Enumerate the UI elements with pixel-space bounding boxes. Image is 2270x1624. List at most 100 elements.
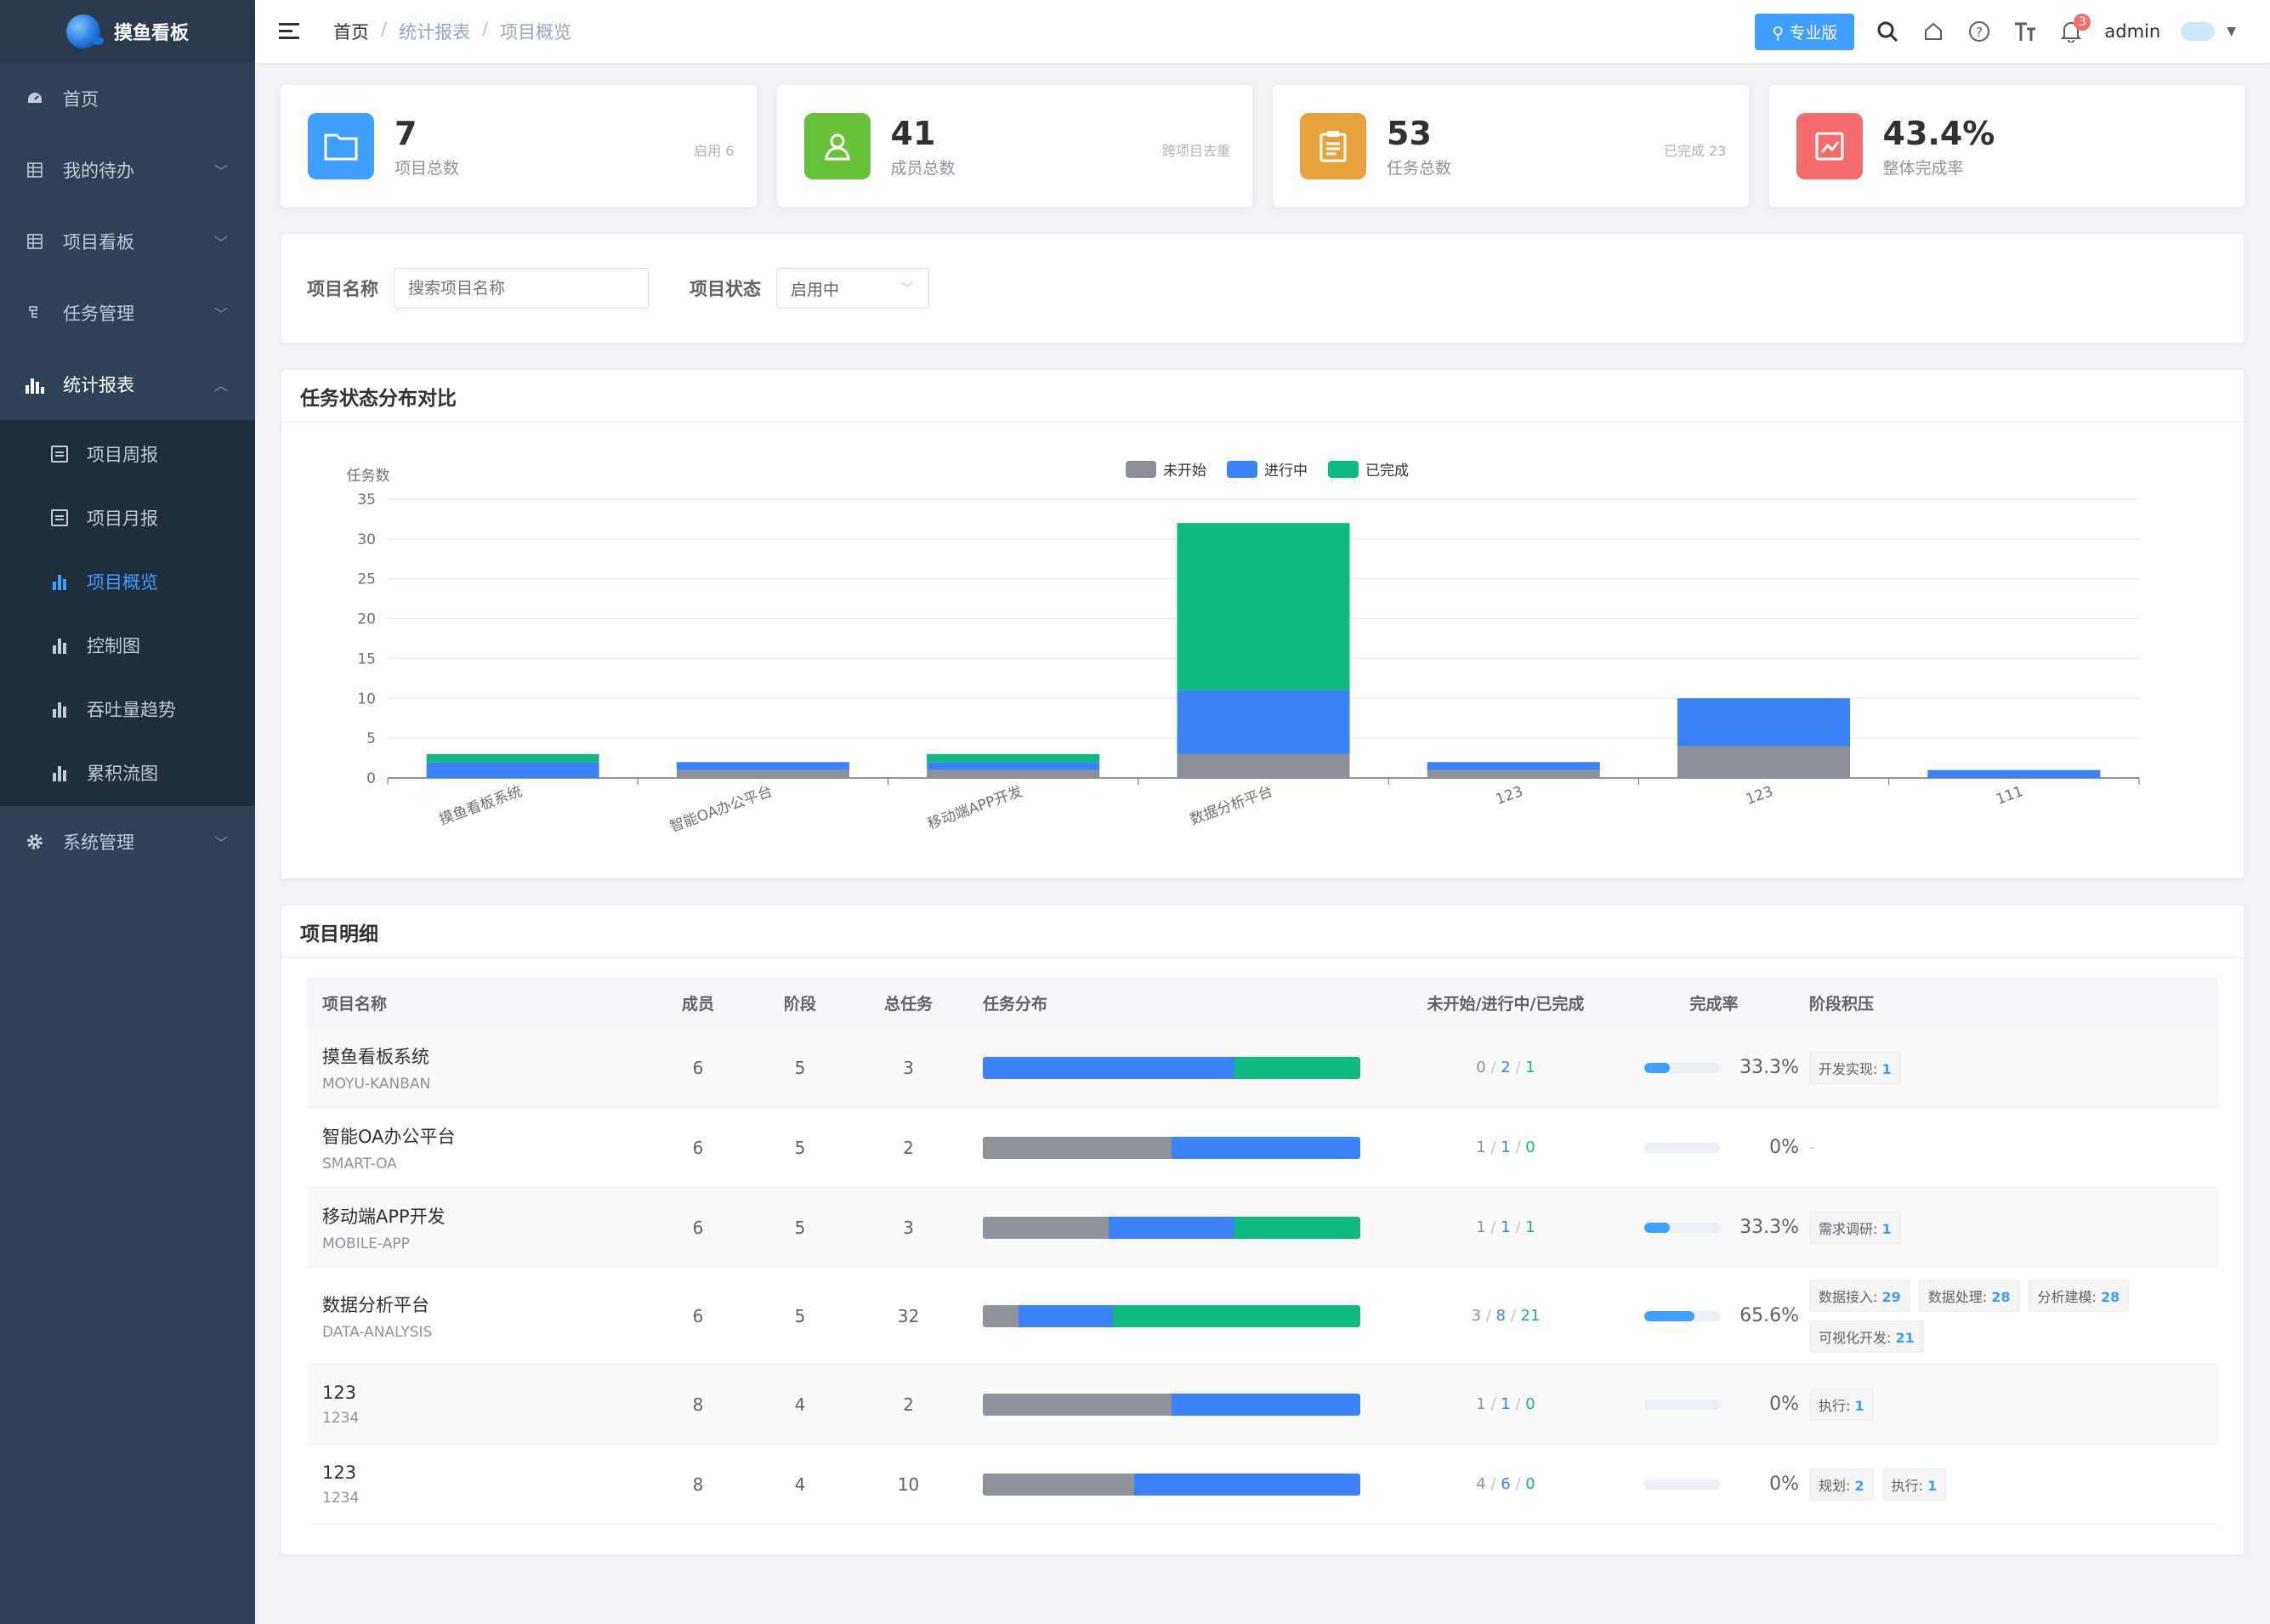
search-icon[interactable] xyxy=(1875,19,1900,44)
pro-edition-button[interactable]: ⚲ 专业版 xyxy=(1755,13,1855,50)
project-code: DATA-ANALYSIS xyxy=(322,1323,433,1341)
y-axis-label: 任务数 xyxy=(347,468,390,485)
col-header-members[interactable]: 成员 xyxy=(647,991,749,1014)
sidebar-item-system[interactable]: 系统管理 ﹀ xyxy=(0,806,255,877)
pro-edition-label: 专业版 xyxy=(1789,23,1838,43)
bar-segment xyxy=(1927,769,2101,778)
stat-label: 成员总数 xyxy=(890,158,956,178)
cell-members: 8 xyxy=(692,1394,704,1415)
notification-bell-icon[interactable]: 3 xyxy=(2058,14,2091,44)
col-header-total[interactable]: 总任务 xyxy=(851,991,966,1014)
cell-project-name[interactable]: 摸鱼看板系统 MOYU-KANBAN xyxy=(307,1043,647,1093)
stat-card-members: 41 成员总数 跨项目去重 xyxy=(776,85,1252,207)
sidebar-item-home[interactable]: 首页 xyxy=(0,63,255,134)
sidebar-item-overview[interactable]: 项目概览 xyxy=(0,549,255,613)
y-tick-label: 30 xyxy=(357,531,376,548)
sidebar-item-cfd[interactable]: 累积流图 xyxy=(0,741,255,804)
backlog-count: 29 xyxy=(1881,1288,1901,1305)
count-not-started: 0 xyxy=(1476,1059,1486,1076)
table-row[interactable]: 123 1234 8 4 10 4 / 6 / 0 0% 规划: 2 执行: 1 xyxy=(307,1445,2218,1525)
user-icon xyxy=(803,113,871,179)
home-icon[interactable] xyxy=(1921,19,1946,44)
chevron-down-icon: ﹀ xyxy=(213,306,228,322)
completion-progress-bar xyxy=(1644,1222,1721,1233)
cell-total-tasks: 3 xyxy=(903,1217,914,1238)
sidebar-item-throughput[interactable]: 吞吐量趋势 xyxy=(0,677,255,741)
breadcrumb-home[interactable]: 首页 xyxy=(333,19,369,44)
cell-stage-backlog: 执行: 1 xyxy=(1799,1388,2218,1421)
sidebar-item-label: 吞吐量趋势 xyxy=(87,699,176,720)
col-header-distribution[interactable]: 任务分布 xyxy=(966,991,1382,1014)
menu-toggle-icon[interactable] xyxy=(279,22,303,41)
cell-project-name[interactable]: 智能OA办公平台 SMART-OA xyxy=(307,1123,647,1173)
username[interactable]: admin xyxy=(2104,21,2160,42)
table-row[interactable]: 123 1234 8 4 2 1 / 1 / 0 0% 执行: 1 xyxy=(307,1365,2218,1445)
project-detail-card: 项目明细 项目名称 成员 阶段 总任务 任务分布 未开始/进行中/已完成 完成率… xyxy=(281,905,2244,1555)
navbar: 首页 / 统计报表 / 项目概览 ⚲ 专业版 ? 3 admin ▼ xyxy=(255,0,2270,63)
cell-project-name[interactable]: 数据分析平台 DATA-ANALYSIS xyxy=(307,1292,647,1341)
sidebar-item-control-chart[interactable]: 控制图 xyxy=(0,613,255,677)
table-row[interactable]: 摸鱼看板系统 MOYU-KANBAN 6 5 3 0 / 2 / 1 33.3% 开发实现: … xyxy=(307,1028,2218,1108)
cell-stage-backlog: - xyxy=(1799,1139,2218,1156)
col-header-stages[interactable]: 阶段 xyxy=(749,991,851,1014)
table-row[interactable]: 智能OA办公平台 SMART-OA 6 5 2 1 / 1 / 0 0% - xyxy=(307,1108,2218,1188)
project-status-label: 项目状态 xyxy=(690,279,761,299)
sidebar-item-label: 项目看板 xyxy=(63,232,134,253)
project-name-search-input[interactable] xyxy=(394,268,649,309)
count-separator: / xyxy=(1485,1059,1501,1076)
x-tick-label: 111 xyxy=(1994,783,2025,809)
bar-segment xyxy=(1177,753,1350,778)
sidebar-item-todo[interactable]: 我的待办 ﹀ xyxy=(0,134,255,206)
project-status-select[interactable]: 启用中 ﹀ xyxy=(776,268,929,309)
backlog-stage-label: 数据处理: xyxy=(1927,1288,1992,1305)
y-tick-label: 5 xyxy=(366,730,376,747)
avatar[interactable] xyxy=(2181,22,2216,41)
bar-segment xyxy=(1677,746,1851,778)
cell-stages: 4 xyxy=(794,1394,806,1415)
project-name[interactable]: 数据分析平台 xyxy=(322,1292,647,1317)
breadcrumb-reports[interactable]: 统计报表 xyxy=(399,19,470,44)
backlog-tag: 需求调研: 1 xyxy=(1809,1211,1901,1244)
logo[interactable]: 摸鱼看板 xyxy=(0,0,255,63)
caret-down-icon[interactable]: ▼ xyxy=(2227,25,2236,38)
completion-progress-bar xyxy=(1644,1062,1721,1073)
backlog-tag: 执行: 1 xyxy=(1809,1388,1874,1421)
count-separator: / xyxy=(1485,1218,1501,1236)
project-name[interactable]: 123 xyxy=(322,1383,647,1403)
backlog-count: 28 xyxy=(2100,1288,2120,1305)
backlog-stage-label: 开发实现: xyxy=(1819,1060,1882,1077)
project-code: SMART-OA xyxy=(322,1155,397,1173)
completion-progress-bar xyxy=(1644,1142,1721,1153)
table-card-title: 项目明细 xyxy=(281,906,2244,958)
font-size-icon[interactable] xyxy=(2012,19,2038,44)
col-header-counts[interactable]: 未开始/进行中/已完成 xyxy=(1382,991,1629,1014)
sidebar-item-weekly-report[interactable]: 项目周报 xyxy=(0,422,255,485)
help-icon[interactable]: ? xyxy=(1966,19,1992,44)
project-name[interactable]: 智能OA办公平台 xyxy=(322,1123,647,1149)
cell-project-name[interactable]: 123 1234 xyxy=(307,1462,647,1507)
project-name[interactable]: 123 xyxy=(322,1462,647,1483)
sidebar-item-board[interactable]: 项目看板 ﹀ xyxy=(0,206,255,277)
sidebar-item-reports[interactable]: 统计报表 ︿ xyxy=(0,349,255,420)
stat-value: 43.4% xyxy=(1882,114,1995,152)
sidebar-item-tasks[interactable]: 任务管理 ﹀ xyxy=(0,277,255,349)
cell-project-name[interactable]: 移动端APP开发 MOBILE-APP xyxy=(307,1203,647,1252)
project-name[interactable]: 摸鱼看板系统 xyxy=(322,1043,647,1069)
col-header-name[interactable]: 项目名称 xyxy=(307,991,647,1014)
col-header-rate[interactable]: 完成率 xyxy=(1629,991,1799,1014)
col-header-backlog[interactable]: 阶段积压 xyxy=(1799,991,2218,1014)
sidebar-item-monthly-report[interactable]: 项目月报 xyxy=(0,485,255,549)
project-name[interactable]: 移动端APP开发 xyxy=(322,1203,647,1229)
stat-label: 项目总数 xyxy=(394,158,460,178)
cell-status-counts: 3 / 8 / 21 xyxy=(1382,1307,1629,1325)
count-separator: / xyxy=(1485,1139,1501,1156)
cell-total-tasks: 2 xyxy=(903,1394,914,1415)
chevron-down-icon: ﹀ xyxy=(213,235,228,251)
cell-stages: 5 xyxy=(794,1137,806,1158)
chevron-down-icon: ﹀ xyxy=(901,282,913,296)
cell-project-name[interactable]: 123 1234 xyxy=(307,1383,647,1427)
count-separator: / xyxy=(1506,1307,1521,1325)
document-icon xyxy=(51,445,68,463)
table-row[interactable]: 数据分析平台 DATA-ANALYSIS 6 5 32 3 / 8 / 21 65.6% 数据… xyxy=(307,1268,2218,1365)
table-row[interactable]: 移动端APP开发 MOBILE-APP 6 5 3 1 / 1 / 1 33.3% 需求调研:… xyxy=(307,1188,2218,1268)
